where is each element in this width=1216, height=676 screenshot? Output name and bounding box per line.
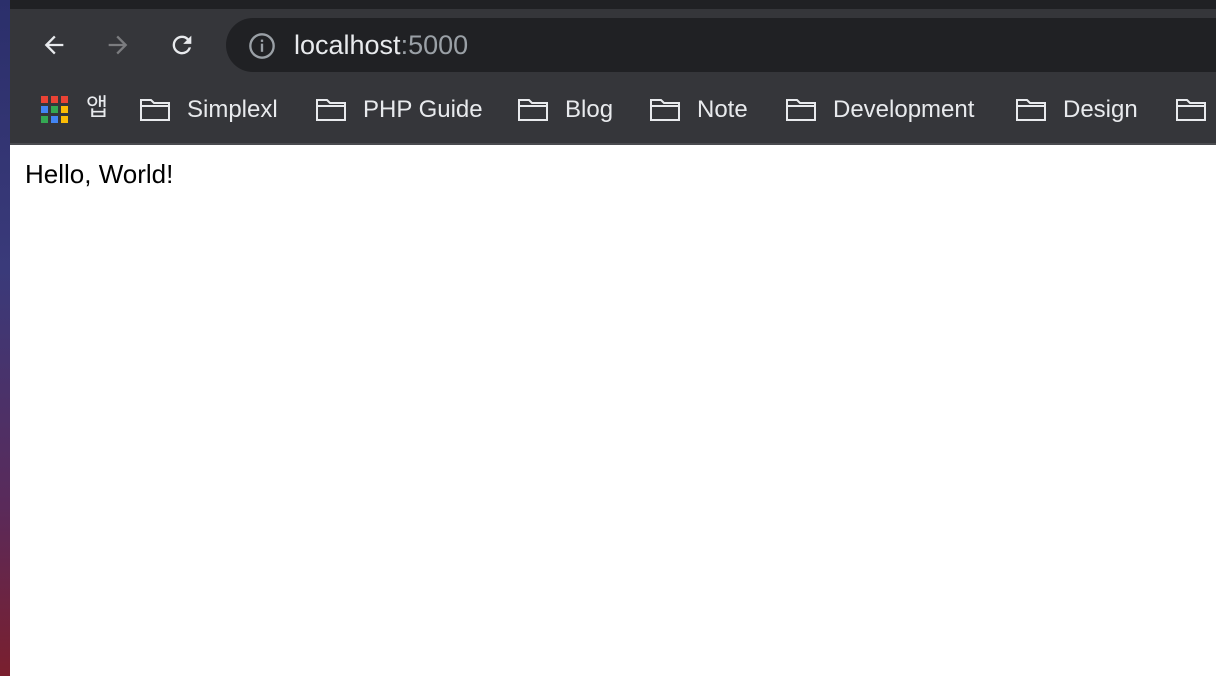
bookmark-label: Blog: [565, 96, 614, 123]
folder-icon: [316, 99, 346, 121]
bookmark-folder-php-guide[interactable]: PHP Guide: [315, 93, 483, 127]
bookmark-folder-overflow[interactable]: [1175, 93, 1216, 127]
bookmark-folder-note[interactable]: Note: [649, 93, 748, 127]
url-port: :5000: [400, 30, 469, 60]
bookmark-label: PHP Guide: [363, 96, 483, 123]
back-button[interactable]: [36, 27, 72, 63]
reload-icon: [172, 35, 192, 55]
apps-grid-icon[interactable]: [41, 96, 68, 123]
browser-window: localhost:5000 앱 Simplexl PHP Guide Blog…: [10, 0, 1216, 676]
folder-icon: [786, 99, 816, 121]
info-icon[interactable]: [248, 32, 276, 60]
page-content: Hello, World!: [10, 145, 1216, 676]
bookmarks-bar: 앱 Simplexl PHP Guide Blog Note Developme…: [10, 79, 1216, 145]
address-bar[interactable]: localhost:5000: [226, 18, 1216, 72]
folder-icon: [650, 99, 680, 121]
apps-label[interactable]: 앱: [86, 93, 108, 123]
folder-icon: [1176, 99, 1206, 121]
url-host: localhost: [294, 30, 401, 60]
arrow-right-icon: [108, 35, 128, 55]
desktop-background: [0, 0, 10, 676]
bookmark-label: Development: [833, 96, 975, 123]
forward-button[interactable]: [100, 27, 136, 63]
folder-icon: [518, 99, 548, 121]
folder-icon: [1016, 99, 1046, 121]
bookmark-folder-development[interactable]: Development: [785, 93, 974, 127]
bookmark-label: Simplexl: [187, 96, 278, 123]
reload-button[interactable]: [164, 27, 200, 63]
url-text[interactable]: localhost:5000: [294, 30, 468, 60]
page-body-text: Hello, World!: [25, 159, 174, 189]
bookmark-label: Note: [697, 96, 748, 123]
bookmark-folder-blog[interactable]: Blog: [517, 93, 613, 127]
bookmark-label: Design: [1063, 96, 1138, 123]
browser-toolbar: localhost:5000: [10, 9, 1216, 79]
tab-strip: [10, 0, 1216, 9]
folder-icon: [140, 99, 170, 121]
bookmark-folder-simplexl[interactable]: Simplexl: [139, 93, 278, 127]
bookmark-folder-design[interactable]: Design: [1015, 93, 1138, 127]
arrow-left-icon: [44, 35, 64, 55]
